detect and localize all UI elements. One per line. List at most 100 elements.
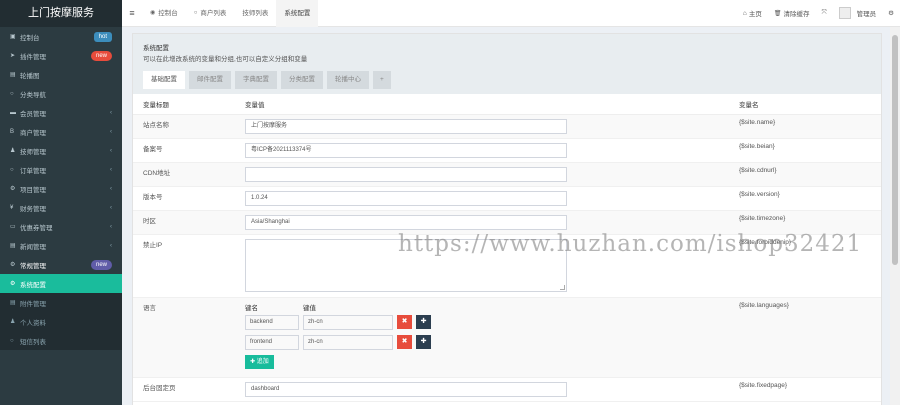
- sidebar-item[interactable]: ⚙ 系统配置: [0, 274, 122, 293]
- top-right-actions: ⌂ 主页 🗑 清除缓存 ⤧ 管理员 ⚙: [737, 0, 900, 27]
- sidebar-item[interactable]: ▤ 附件管理: [0, 293, 122, 312]
- scrollbar-thumb[interactable]: [892, 35, 898, 265]
- row-name: {$site.beian}: [729, 138, 881, 163]
- avatar: [838, 7, 851, 19]
- sidebar-item[interactable]: B 商户管理 ‹: [0, 122, 122, 141]
- fullscreen-icon[interactable]: ⤧: [815, 9, 832, 17]
- row-title: 版本号: [133, 186, 245, 211]
- sidebar-item-label: 系统配置: [20, 281, 46, 289]
- chevron-left-icon: ‹: [110, 109, 112, 116]
- top-tab[interactable]: ○ 商户列表: [186, 0, 235, 27]
- sidebar-item[interactable]: ▭ 优惠券管理 ‹: [0, 217, 122, 236]
- sidebar-item-label: 附件管理: [20, 300, 46, 308]
- lang-value-input[interactable]: zh-cn: [303, 314, 393, 330]
- sidebar-item[interactable]: ▤ 新闻管理 ‹: [0, 236, 122, 255]
- control-sidebar-gear-icon[interactable]: ⚙: [882, 9, 900, 17]
- user-menu[interactable]: 管理员: [833, 7, 883, 19]
- sidebar-item-label: 分类导航: [20, 91, 46, 99]
- drag-move-icon[interactable]: ✚: [416, 335, 431, 349]
- drag-move-icon[interactable]: ✚: [416, 315, 431, 329]
- home-link[interactable]: ⌂ 主页: [737, 8, 768, 19]
- row-title: 备案号: [133, 138, 245, 163]
- sidebar-item-label: 新闻管理: [20, 243, 46, 251]
- tab-label: 商户列表: [200, 9, 227, 17]
- remove-icon[interactable]: ✖: [397, 335, 412, 349]
- clear-cache-label: 清除缓存: [783, 11, 810, 18]
- row-title: 时区: [133, 210, 245, 235]
- row-name: {$site.fixedpage}: [729, 377, 881, 402]
- value-input[interactable]: 1.0.24: [245, 190, 567, 206]
- row-title: 语言: [133, 297, 245, 378]
- merchant-icon: B: [10, 128, 15, 135]
- table-row: 备案号 粤ICP备2021113374号 {$site.beian}: [133, 138, 881, 163]
- row-title: 站点名称: [133, 114, 245, 139]
- top-tab[interactable]: ◉ 控制台: [142, 0, 186, 27]
- header-value: 变量值: [245, 94, 729, 115]
- page-scrollbar[interactable]: [890, 27, 900, 405]
- append-label: 追加: [256, 358, 269, 365]
- sidebar-item[interactable]: ¥ 财务管理 ‹: [0, 198, 122, 217]
- tab-label: 控制台: [158, 9, 178, 17]
- value-textarea[interactable]: [245, 238, 567, 292]
- table-row: CDN地址 {$site.cdnurl}: [133, 162, 881, 187]
- config-tab[interactable]: 字典配置: [235, 71, 277, 89]
- lang-value-input[interactable]: zh-cn: [303, 334, 393, 350]
- table-row: 禁止IP {$site.forbiddenip}: [133, 234, 881, 298]
- table-row: 站点名称 上门按摩服务 {$site.name}: [133, 114, 881, 139]
- table-row-languages: 语言 键名 键值 backend zh-cn ✖ ✚ frontend zh-cn ✖ ✚ ✚…: [133, 297, 881, 378]
- sidebar-item[interactable]: ▤ 轮播图: [0, 65, 122, 84]
- add-group-button[interactable]: +: [373, 71, 391, 89]
- sidebar-item-label: 控制台: [20, 34, 40, 42]
- technician-icon: ♟: [10, 148, 16, 154]
- sidebar-item-label: 插件管理: [20, 53, 46, 61]
- sidebar-item[interactable]: ➤ 插件管理 new: [0, 46, 122, 65]
- sidebar-item[interactable]: ⚙ 常规管理 new: [0, 255, 122, 274]
- lang-entry: frontend zh-cn ✖ ✚: [245, 334, 729, 350]
- top-tab[interactable]: 技师列表: [234, 0, 276, 27]
- config-tab[interactable]: 分类配置: [281, 71, 323, 89]
- sidebar: 上门按摩服务 ▣ 控制台 hot ➤ 插件管理 new ▤ 轮播图 ○ 分类导航 ▬ 会员管理 ‹ B 商户…: [0, 0, 122, 405]
- config-tab[interactable]: 邮件配置: [189, 71, 231, 89]
- sidebar-item[interactable]: ⚙ 项目管理 ‹: [0, 179, 122, 198]
- coupon-icon: ▭: [10, 224, 16, 230]
- fixedpage-input[interactable]: dashboard: [245, 381, 567, 397]
- sidebar-badge: new: [90, 259, 112, 270]
- chevron-left-icon: ‹: [110, 128, 112, 135]
- sidebar-item-label: 财务管理: [20, 205, 46, 213]
- value-input[interactable]: Asia/Shanghai: [245, 214, 567, 230]
- sidebar-item[interactable]: ♟ 技师管理 ‹: [0, 141, 122, 160]
- trash-icon: 🗑: [773, 10, 782, 17]
- top-navbar: ≡ ◉ 控制台 ○ 商户列表 技师列表 系统配置 ⌂ 主页 🗑 清除缓存 ⤧ 管理员 ⚙: [122, 0, 900, 27]
- finance-icon: ¥: [10, 204, 14, 211]
- app-title[interactable]: 上门按摩服务: [0, 0, 122, 27]
- config-tab[interactable]: 轮播中心: [327, 71, 369, 89]
- lang-key-input[interactable]: frontend: [245, 334, 299, 350]
- plugin-icon: ➤: [10, 53, 16, 59]
- sidebar-item[interactable]: ○ 短信列表: [0, 331, 122, 350]
- sidebar-menu: ▣ 控制台 hot ➤ 插件管理 new ▤ 轮播图 ○ 分类导航 ▬ 会员管理 ‹ B 商户管理 ‹ ♟ 技师管…: [0, 27, 122, 350]
- config-tab[interactable]: 基础配置: [143, 71, 185, 89]
- remove-icon[interactable]: ✖: [397, 315, 412, 329]
- menu-toggle-icon[interactable]: ≡: [122, 8, 142, 18]
- config-tabs: 基础配置 邮件配置 字典配置 分类配置 轮播中心 +: [143, 71, 871, 89]
- value-input[interactable]: 粤ICP备2021113374号: [245, 142, 567, 158]
- row-title: 禁止IP: [133, 234, 245, 298]
- profile-icon: ♟: [10, 319, 16, 325]
- value-input[interactable]: [245, 166, 567, 182]
- key-header: 键名: [245, 304, 258, 312]
- lang-key-input[interactable]: backend: [245, 314, 299, 330]
- member-icon: ▬: [10, 109, 16, 116]
- top-tab[interactable]: 系统配置: [276, 0, 319, 27]
- table-row: 版本号 1.0.24 {$site.version}: [133, 186, 881, 211]
- project-icon: ⚙: [10, 186, 16, 192]
- sidebar-item[interactable]: ♟ 个人资料: [0, 312, 122, 331]
- sidebar-item[interactable]: ▬ 会员管理 ‹: [0, 103, 122, 122]
- value-input[interactable]: 上门按摩服务: [245, 118, 567, 134]
- sidebar-item[interactable]: ○ 分类导航: [0, 84, 122, 103]
- append-button[interactable]: ✚ 追加: [245, 354, 274, 369]
- sidebar-item[interactable]: ○ 订单管理 ‹: [0, 160, 122, 179]
- lang-list: backend zh-cn ✖ ✚ frontend zh-cn ✖ ✚: [245, 314, 729, 350]
- sidebar-item[interactable]: ▣ 控制台 hot: [0, 27, 122, 46]
- merchant-tab-icon: ○: [193, 9, 198, 16]
- clear-cache-button[interactable]: 🗑 清除缓存: [768, 8, 816, 19]
